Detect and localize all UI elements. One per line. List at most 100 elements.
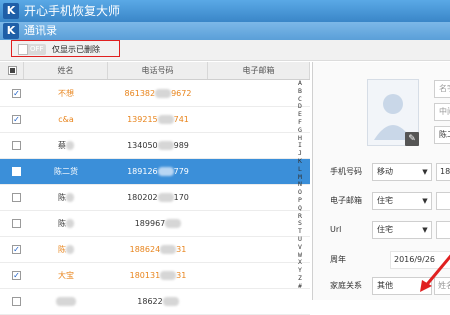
contact-phone: 189126 779	[108, 159, 208, 185]
phone-redaction	[157, 115, 174, 124]
phone-redaction	[160, 245, 177, 254]
phone-redaction	[165, 219, 182, 228]
phone-suffix: 741	[173, 115, 189, 124]
phone-suffix: 779	[173, 167, 189, 176]
phone-suffix: 170	[173, 193, 189, 202]
phone-prefix: 139215	[127, 115, 158, 124]
contact-name: 大宝	[58, 271, 74, 280]
phone-redaction	[157, 141, 174, 150]
contact-name: 蔡	[24, 133, 108, 159]
row-checkbox[interactable]: ✓	[12, 89, 21, 98]
table-row[interactable]: 蔡 134050 989	[0, 133, 310, 159]
column-header-phone[interactable]: 电话号码	[108, 62, 208, 79]
red-arrow-annotation	[420, 254, 450, 292]
alphabet-index: A B C D E F G H I J K L M N O P Q R S T U V W X Y Z #	[290, 79, 310, 291]
row-checkbox[interactable]	[12, 219, 21, 228]
row-checkbox[interactable]: ✓	[12, 271, 21, 280]
row-checkbox[interactable]: ✓	[12, 245, 21, 254]
phone-prefix: 134050	[127, 141, 158, 150]
select-all-checkbox[interactable]	[8, 66, 17, 75]
toggle-state-text: OFF	[30, 45, 44, 53]
contact-phone: 139215 741	[108, 107, 208, 133]
name-redaction	[66, 141, 74, 150]
table-row[interactable]: 陈 180202 170	[0, 185, 310, 211]
contact-name: c&a	[58, 115, 74, 124]
phone-redaction	[160, 271, 177, 280]
anniversary-label: 周年	[330, 255, 346, 264]
phone-prefix: 189967	[134, 219, 166, 228]
section-header	[0, 22, 450, 40]
contact-name: 陈	[24, 237, 108, 263]
phone-type-value: 移动	[377, 167, 393, 176]
contact-name-text: 陈	[58, 219, 66, 228]
email-type-value: 住宅	[377, 196, 393, 205]
row-checkbox[interactable]: ✓	[12, 115, 21, 124]
table-row[interactable]: 18622	[0, 289, 310, 315]
table-row[interactable]: ✓ c&a 139215 741	[0, 107, 310, 133]
phone-suffix: 9672	[171, 89, 192, 98]
phone-redaction	[162, 297, 179, 306]
contact-name: 不想	[58, 89, 74, 98]
name-redaction	[56, 297, 76, 306]
contact-name: 陈	[24, 211, 108, 237]
edit-photo-icon[interactable]: ✎	[405, 132, 419, 146]
app-title: 开心手机恢复大师	[24, 4, 121, 18]
table-row[interactable]: ✓ 大宝 180131 31	[0, 263, 310, 289]
contact-name: 陈	[24, 185, 108, 211]
phone-suffix: 31	[176, 271, 187, 280]
select-all-cell	[0, 62, 24, 79]
name-redaction	[66, 245, 74, 254]
toggle-knob	[18, 44, 28, 55]
contact-name	[24, 289, 108, 315]
phone-type-select[interactable]: 移动 ▼	[372, 163, 432, 181]
contact-phone: 134050 989	[108, 133, 208, 159]
last-name-field[interactable]: 陈二	[434, 126, 450, 144]
phone-label: 手机号码	[330, 167, 362, 176]
url-type-select[interactable]: 住宅 ▼	[372, 221, 432, 239]
row-checkbox[interactable]	[12, 167, 21, 176]
email-label: 电子邮箱	[330, 196, 362, 205]
contact-name-text: 陈	[58, 245, 66, 254]
phone-prefix: 189126	[127, 167, 158, 176]
row-checkbox[interactable]	[12, 141, 21, 150]
contact-phone: 861382 9672	[108, 81, 208, 107]
deleted-only-toggle[interactable]: OFF	[18, 44, 46, 55]
contact-phone: 189967	[108, 211, 208, 237]
name-redaction	[66, 193, 74, 202]
table-row[interactable]: 陈二货 189126 779	[0, 159, 310, 185]
phone-suffix: 989	[173, 141, 189, 150]
section-logo: K	[3, 23, 19, 39]
phone-redaction	[155, 89, 172, 98]
column-header-name[interactable]: 姓名	[24, 62, 108, 79]
chevron-down-icon: ▼	[422, 226, 428, 234]
contact-phone: 188624 31	[108, 237, 208, 263]
url-type-value: 住宅	[377, 225, 393, 234]
email-type-select[interactable]: 住宅 ▼	[372, 192, 432, 210]
url-label: Url	[330, 225, 342, 234]
section-title: 通讯录	[24, 24, 57, 37]
url-field[interactable]	[436, 221, 450, 239]
phone-prefix: 180131	[129, 271, 161, 280]
row-checkbox[interactable]	[12, 193, 21, 202]
contact-name-text: 蔡	[58, 141, 66, 150]
table-header: 姓名 电话号码 电子邮箱	[0, 62, 310, 80]
email-field[interactable]	[436, 192, 450, 210]
contact-phone: 180131 31	[108, 263, 208, 289]
chevron-down-icon: ▼	[422, 197, 428, 205]
middle-name-field[interactable]: 中间	[434, 103, 450, 121]
deleted-only-label: 仅显示已删除	[52, 45, 100, 54]
phone-prefix: 180202	[127, 193, 158, 202]
first-name-field[interactable]: 名字	[434, 80, 450, 98]
table-row[interactable]: ✓ 不想 861382 9672	[0, 81, 310, 107]
table-row[interactable]: ✓ 陈 188624 31	[0, 237, 310, 263]
table-row[interactable]: 陈 189967	[0, 211, 310, 237]
contact-name: 陈二货	[54, 167, 78, 176]
column-header-email[interactable]: 电子邮箱	[208, 62, 310, 79]
phone-redaction	[157, 167, 174, 176]
phone-number-field[interactable]: 18	[436, 163, 450, 181]
phone-prefix: 861382	[124, 89, 156, 98]
name-redaction	[66, 219, 74, 228]
row-checkbox[interactable]	[12, 297, 21, 306]
phone-redaction	[157, 193, 174, 202]
alphabet-index-letter[interactable]: #	[290, 282, 310, 291]
